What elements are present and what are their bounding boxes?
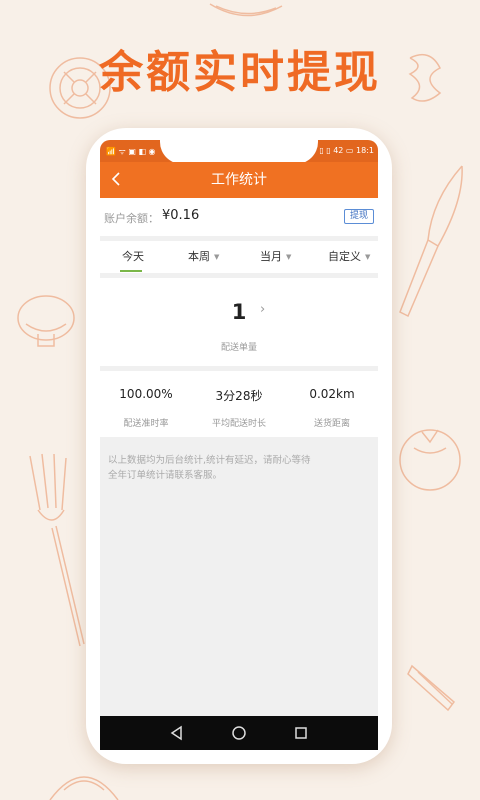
stat-value: 100.00% [119,387,173,401]
balance-row: 账户余额： ¥0.16 提现 [100,198,378,236]
recents-square-icon[interactable] [292,724,310,742]
status-right-info: ▯ ▯ 42 ▭ 18:1 [319,146,374,155]
orders-count: 1 [231,300,247,324]
notice-line: 全年订单统计请联系客服。 [108,470,223,481]
tab-label: 当月 [260,250,282,263]
orders-card[interactable]: 1 › 配送单量 [100,278,378,366]
tomato-half-sketch-icon [399,429,461,491]
caret-down-icon: ▼ [286,253,292,261]
stats-card: 100.00% 配送准时率 3分28秒 平均配送时长 0.02km 送货距离 [100,371,378,437]
tab-label: 本周 [188,250,210,263]
balance-label: 账户余额： [104,212,159,225]
title-bar: 工作统计 [100,162,378,198]
caret-down-icon: ▼ [365,253,371,261]
mushroom-sketch-icon [17,295,75,347]
page-title: 工作统计 [211,172,267,188]
tab-this-week[interactable]: 本周 ▼ [188,241,219,273]
phone-notch [160,140,318,164]
app-screen: 📶 ᯤ ▣ ◧ ◉ ▯ ▯ 42 ▭ 18:1 工作统计 账户余额： ¥0.16… [100,140,378,750]
sausage-sketch-icon [407,664,456,712]
caret-down-icon: ▼ [214,253,220,261]
period-tabs: 今天 本周 ▼ 当月 ▼ 自定义 ▼ [100,241,378,273]
tab-custom[interactable]: 自定义 ▼ [328,241,370,273]
tab-label: 自定义 [328,250,361,263]
home-circle-icon[interactable] [230,724,248,742]
fork-sketch-icon [29,453,85,647]
pepper-sketch-icon [209,3,283,17]
system-nav-bar [100,716,378,750]
stat-avg-delivery-time: 3分28秒 平均配送时长 [193,371,285,437]
stat-label: 平均配送时长 [211,419,266,429]
orders-label: 配送单量 [220,343,257,353]
notice-line: 以上数据均为后台统计,统计有延迟，请耐心等待 [108,455,311,466]
knife-sketch-icon [399,165,463,318]
status-left-icons: 📶 ᯤ ▣ ◧ ◉ [106,147,156,156]
back-triangle-icon[interactable] [168,724,186,742]
stats-notice: 以上数据均为后台统计,统计有延迟，请耐心等待 全年订单统计请联系客服。 [108,453,374,483]
active-tab-indicator [120,270,142,272]
bowl-sketch-icon [49,776,119,800]
back-button[interactable] [110,168,130,192]
tab-today[interactable]: 今天 [122,241,144,273]
stat-label: 送货距离 [313,419,350,429]
promo-headline: 余额实时提现 [99,47,381,98]
tab-this-month[interactable]: 当月 ▼ [260,241,291,273]
stat-label: 配送准时率 [123,419,169,429]
stat-value: 0.02km [309,387,355,401]
tab-label: 今天 [122,250,144,263]
stat-on-time-rate: 100.00% 配送准时率 [100,371,192,437]
withdraw-button[interactable]: 提现 [344,209,374,224]
stat-delivery-distance: 0.02km 送货距离 [286,371,378,437]
balance-value: ¥0.16 [162,208,200,223]
chevron-right-icon: › [260,302,266,317]
stat-value: 3分28秒 [215,389,263,403]
chevron-left-icon [111,172,120,186]
